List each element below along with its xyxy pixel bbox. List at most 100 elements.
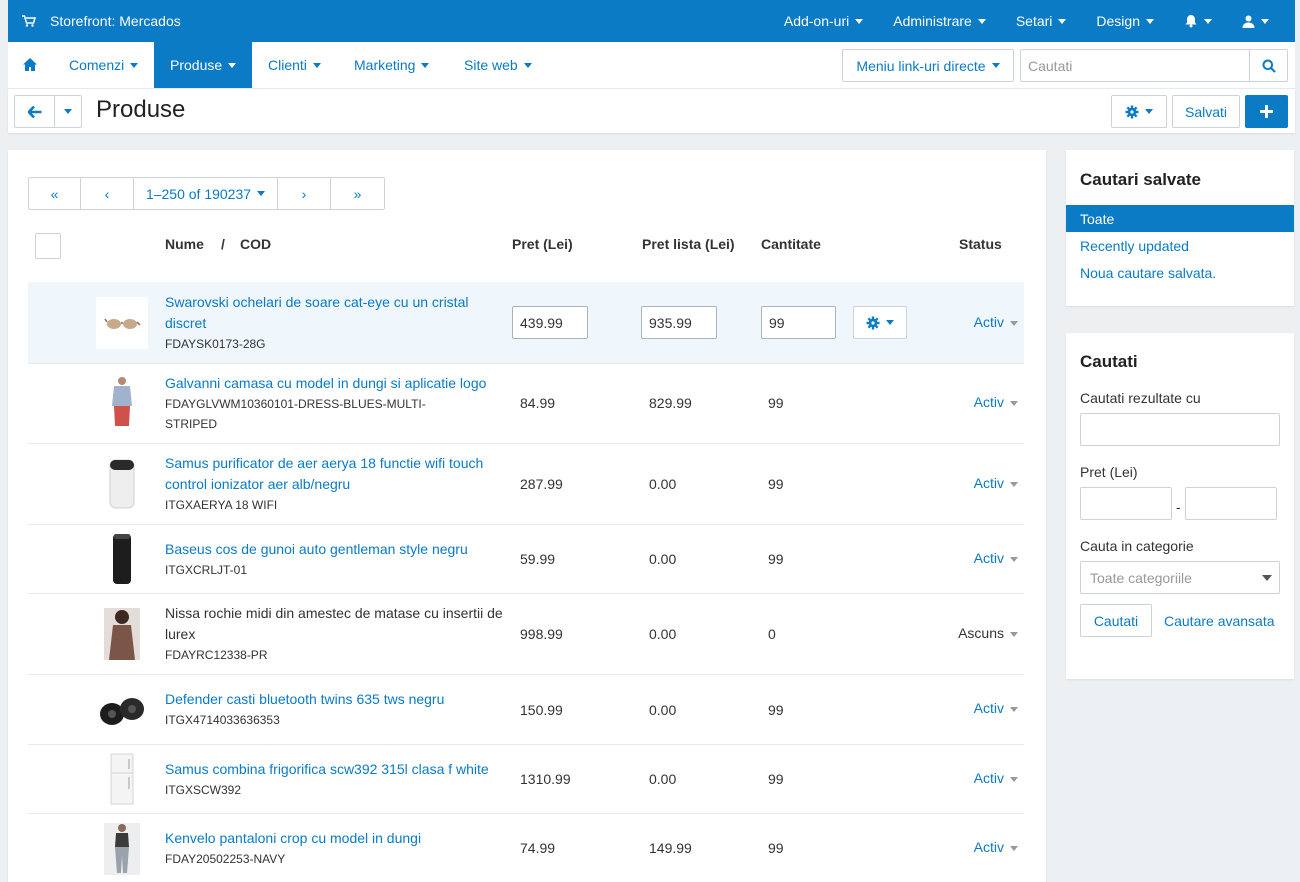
product-quantity[interactable]: 0 [768, 626, 776, 642]
back-button[interactable] [14, 95, 55, 128]
product-quantity[interactable]: 99 [768, 395, 784, 411]
product-list-price[interactable]: 0.00 [649, 626, 676, 642]
next-page-button[interactable]: › [278, 178, 331, 209]
menu-addons[interactable]: Add-on-uri [784, 13, 864, 29]
product-price[interactable]: 59.99 [520, 551, 555, 567]
product-quantity[interactable]: 99 [768, 702, 784, 718]
product-price[interactable]: 74.99 [520, 840, 555, 856]
storefront-switcher[interactable]: Storefront: Mercados [22, 0, 181, 42]
product-name-link[interactable]: Swarovski ochelari de soare cat-eye cu u… [165, 292, 505, 334]
nav-customers[interactable]: Clienti [268, 42, 321, 88]
advanced-search-link[interactable]: Cautare avansata [1164, 613, 1275, 629]
nav-websites[interactable]: Site web [464, 42, 532, 88]
table-row[interactable]: Galvanni camasa cu model in dungi si apl… [28, 364, 1024, 444]
product-price[interactable]: 998.99 [520, 626, 563, 642]
row-actions-button[interactable] [853, 306, 907, 339]
product-list-price[interactable]: 149.99 [649, 840, 692, 856]
header-status[interactable]: Status [959, 236, 1002, 252]
status-dropdown[interactable]: Activ [958, 770, 1018, 786]
last-page-button[interactable]: » [331, 178, 384, 209]
menu-administration[interactable]: Administrare [893, 13, 986, 29]
query-input[interactable] [1080, 413, 1280, 446]
product-list-price[interactable]: 0.00 [649, 551, 676, 567]
search-button[interactable] [1249, 50, 1287, 81]
status-dropdown[interactable]: Activ [958, 394, 1018, 410]
product-thumbnail[interactable] [96, 684, 148, 736]
product-name-link[interactable]: Kenvelo pantaloni crop cu model in dungi [165, 828, 505, 849]
menu-settings[interactable]: Setari [1016, 13, 1067, 29]
header-price[interactable]: Pret (Lei) [512, 236, 573, 252]
nav-products[interactable]: Produse [154, 42, 253, 88]
product-quantity[interactable]: 99 [768, 840, 784, 856]
status-dropdown[interactable]: Activ [958, 839, 1018, 855]
status-dropdown[interactable]: Activ [958, 700, 1018, 716]
nav-orders[interactable]: Comenzi [69, 42, 139, 88]
add-product-button[interactable] [1245, 95, 1288, 128]
product-thumbnail[interactable] [96, 823, 148, 875]
global-search-input[interactable] [1021, 50, 1249, 81]
product-thumbnail[interactable] [96, 297, 148, 349]
home-icon[interactable] [23, 58, 37, 71]
product-name-link[interactable]: Galvanni camasa cu model in dungi si apl… [165, 373, 505, 394]
product-price[interactable]: 84.99 [520, 395, 555, 411]
product-quantity[interactable]: 99 [768, 476, 784, 492]
saved-search-new[interactable]: Noua cautare salvata. [1066, 259, 1294, 286]
status-dropdown[interactable]: Activ [958, 314, 1018, 330]
product-name-link[interactable]: Samus combina frigorifica scw392 315l cl… [165, 759, 505, 780]
status-dropdown[interactable]: Activ [958, 550, 1018, 566]
table-row[interactable]: Kenvelo pantaloni crop cu model in dungi… [28, 814, 1024, 882]
search-submit-button[interactable]: Cautati [1080, 604, 1152, 637]
product-name-link[interactable]: Samus purificator de aer aerya 18 functi… [165, 453, 505, 495]
table-row[interactable]: Baseus cos de gunoi auto gentleman style… [28, 525, 1024, 594]
select-all-checkbox[interactable] [35, 233, 61, 259]
notifications-menu[interactable] [1184, 14, 1212, 28]
list-price-input[interactable] [641, 306, 717, 339]
product-thumbnail[interactable] [96, 458, 148, 510]
page-range-dropdown[interactable]: 1–250 of 190237 [134, 178, 278, 209]
status-dropdown[interactable]: Activ [958, 475, 1018, 491]
status-dropdown[interactable]: Ascuns [958, 625, 1018, 641]
header-name[interactable]: Nume [165, 236, 204, 252]
header-code[interactable]: COD [240, 236, 271, 252]
table-row[interactable]: Samus purificator de aer aerya 18 functi… [28, 444, 1024, 525]
nav-marketing[interactable]: Marketing [354, 42, 430, 88]
quick-links-button[interactable]: Meniu link-uri directe [842, 49, 1014, 82]
header-list-price[interactable]: Pret lista (Lei) [642, 236, 735, 252]
product-name-link[interactable]: Nissa rochie midi din amestec de matase … [165, 603, 505, 645]
product-name-link[interactable]: Defender casti bluetooth twins 635 tws n… [165, 689, 505, 710]
price-from-input[interactable] [1080, 487, 1172, 520]
settings-dropdown-button[interactable] [1111, 95, 1167, 128]
price-to-input[interactable] [1185, 487, 1277, 520]
product-list-price[interactable]: 0.00 [649, 771, 676, 787]
product-quantity[interactable]: 99 [768, 551, 784, 567]
table-row[interactable]: Nissa rochie midi din amestec de matase … [28, 594, 1024, 675]
table-row[interactable]: Defender casti bluetooth twins 635 tws n… [28, 675, 1024, 745]
user-menu[interactable] [1242, 15, 1269, 28]
quantity-input[interactable] [761, 306, 836, 339]
save-button[interactable]: Salvati [1172, 95, 1240, 128]
category-select[interactable]: Toate categoriile [1080, 561, 1280, 594]
back-history-dropdown[interactable] [54, 95, 82, 128]
product-thumbnail[interactable] [96, 608, 148, 660]
product-price[interactable]: 150.99 [520, 702, 563, 718]
first-page-button[interactable]: « [29, 178, 81, 209]
products-panel: « ‹ 1–250 of 190237 › » Nume / COD Pret … [8, 150, 1046, 882]
product-list-price[interactable]: 829.99 [649, 395, 692, 411]
menu-design[interactable]: Design [1096, 13, 1154, 29]
product-name-link[interactable]: Baseus cos de gunoi auto gentleman style… [165, 539, 505, 560]
saved-search-all[interactable]: Toate [1066, 205, 1294, 232]
product-thumbnail[interactable] [96, 533, 148, 585]
product-thumbnail[interactable] [96, 376, 148, 428]
table-row[interactable]: Swarovski ochelari de soare cat-eye cu u… [28, 282, 1024, 364]
product-list-price[interactable]: 0.00 [649, 476, 676, 492]
table-row[interactable]: Samus combina frigorifica scw392 315l cl… [28, 745, 1024, 814]
product-price[interactable]: 287.99 [520, 476, 563, 492]
prev-page-button[interactable]: ‹ [81, 178, 134, 209]
product-list-price[interactable]: 0.00 [649, 702, 676, 718]
price-input[interactable] [512, 306, 588, 339]
product-price[interactable]: 1310.99 [520, 771, 571, 787]
product-thumbnail[interactable] [96, 753, 148, 805]
saved-search-recently-updated[interactable]: Recently updated [1066, 232, 1294, 259]
header-quantity[interactable]: Cantitate [761, 236, 821, 252]
product-quantity[interactable]: 99 [768, 771, 784, 787]
